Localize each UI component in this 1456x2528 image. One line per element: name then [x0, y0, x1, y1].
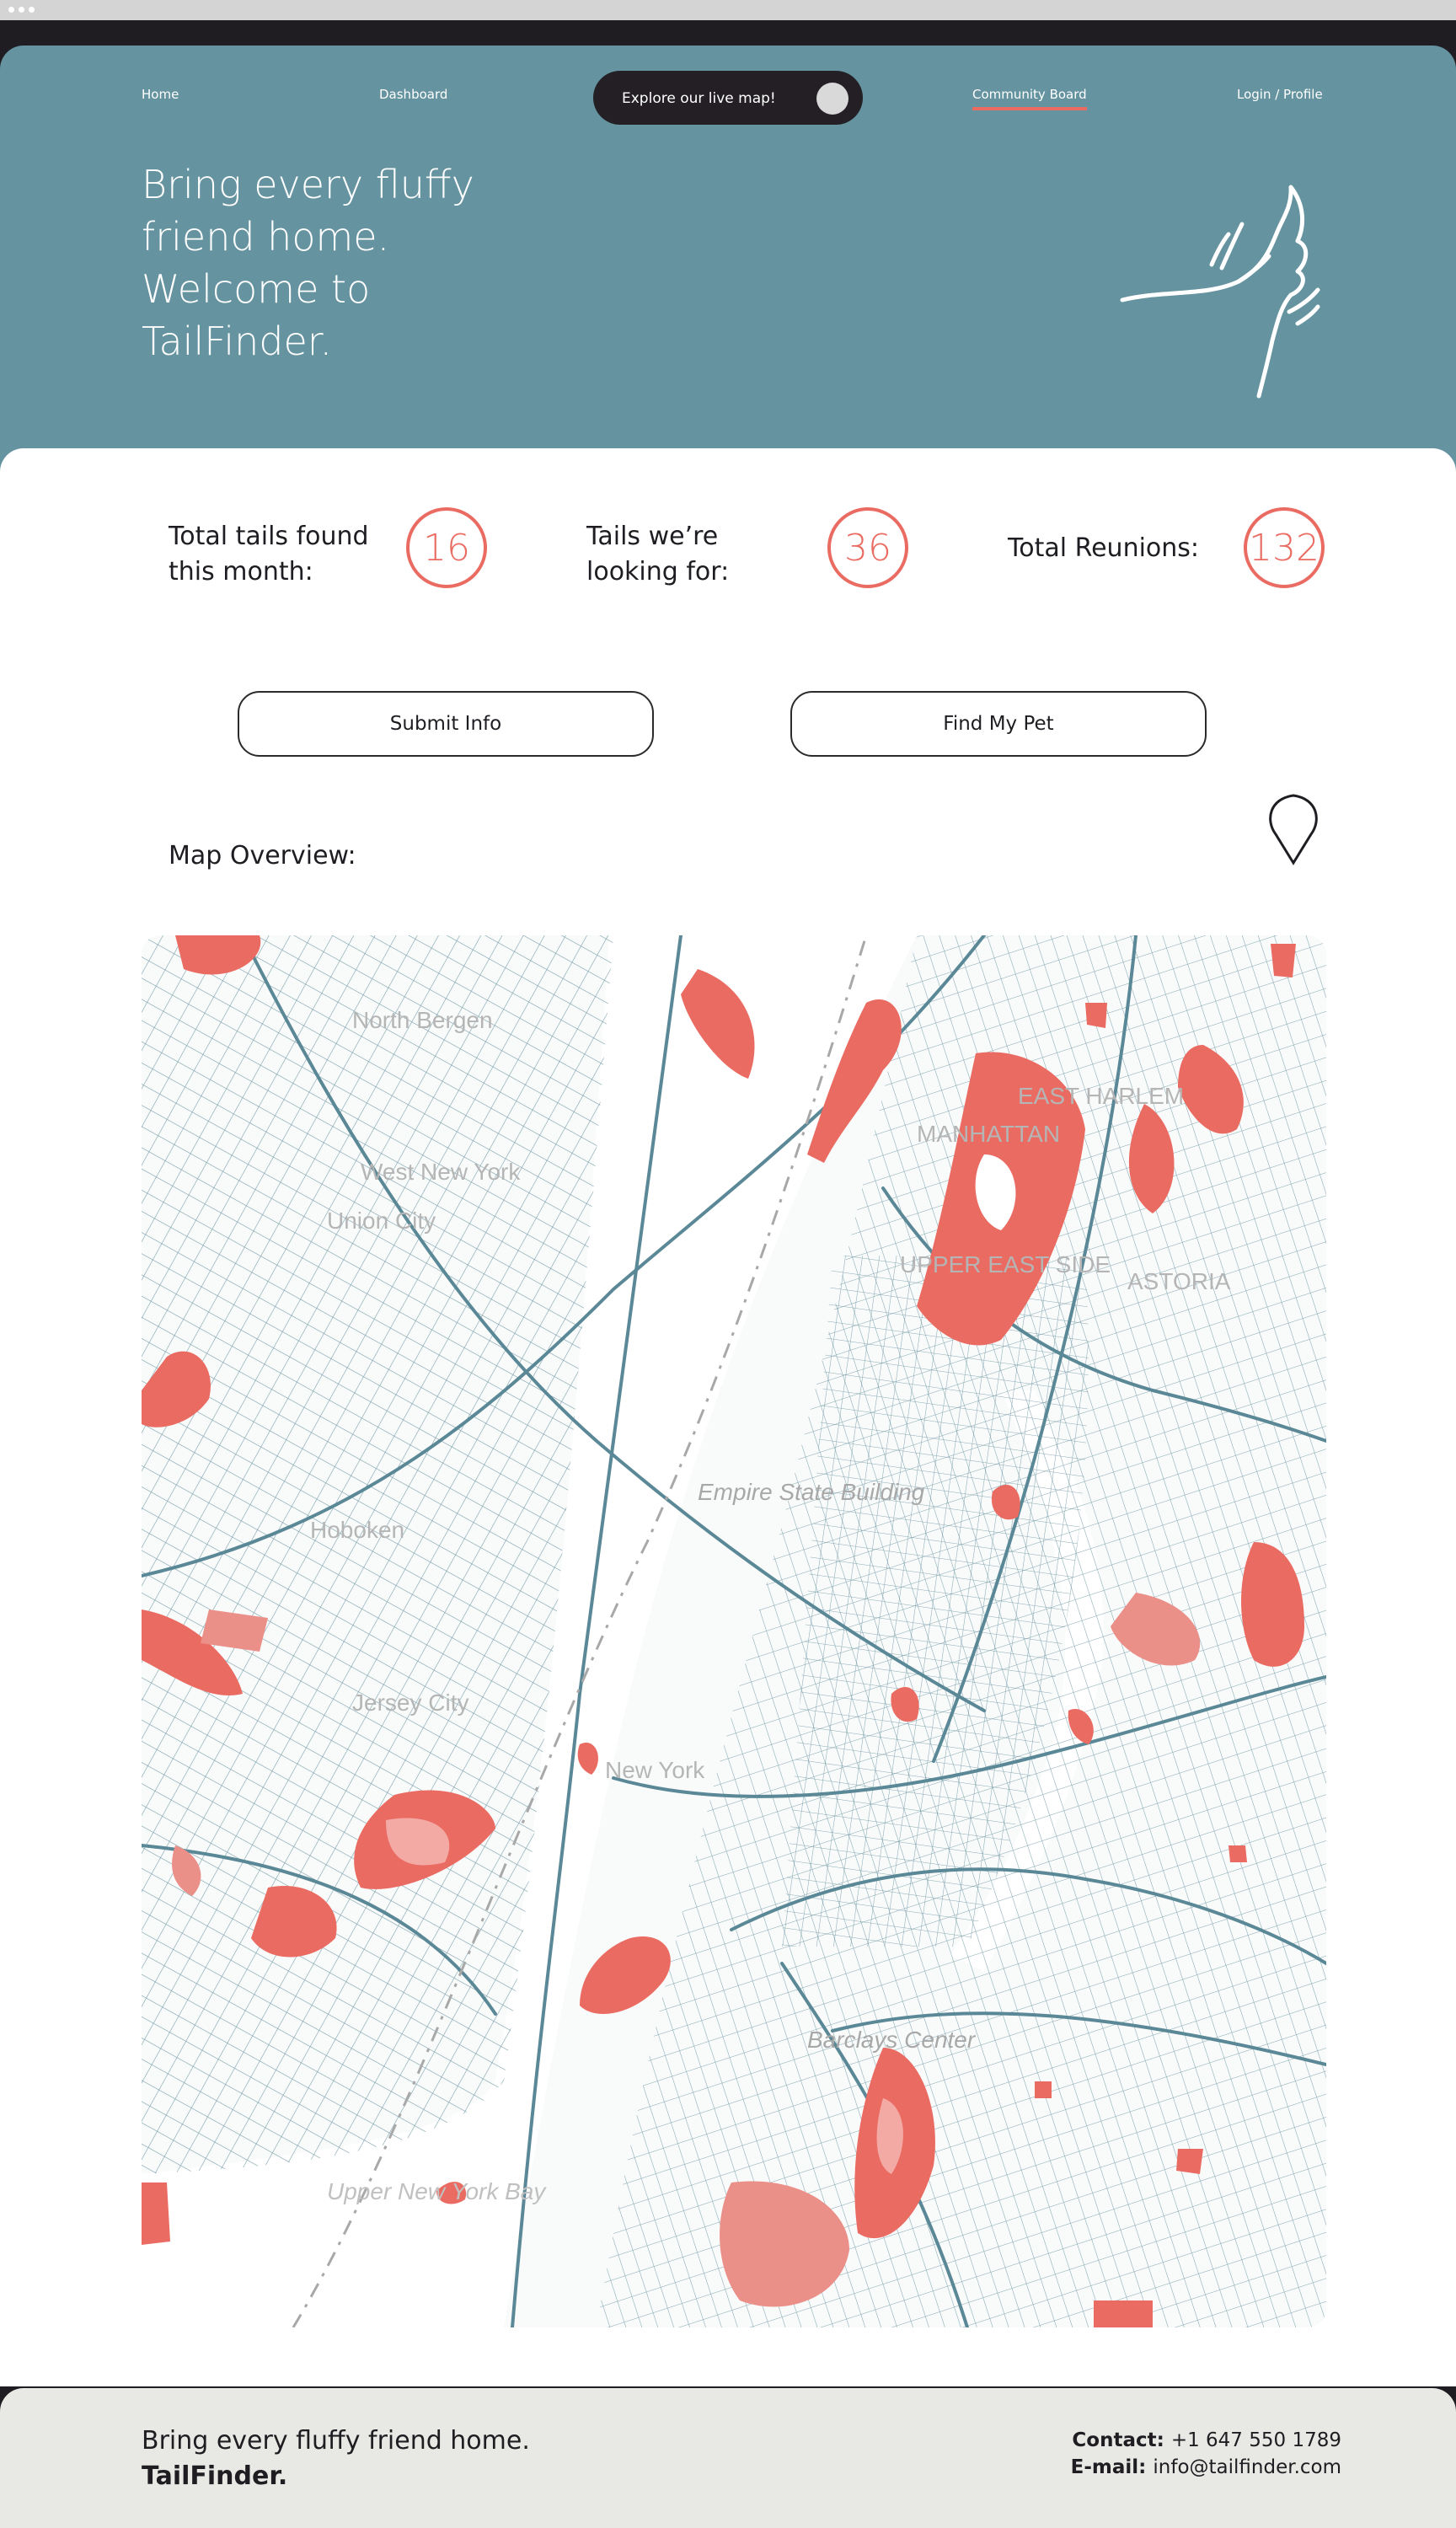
hero-line: Welcome to: [142, 266, 371, 312]
contact-email[interactable]: info@tailfinder.com: [1153, 2456, 1341, 2478]
main-content: Total tails found this month: 16 Tails w…: [0, 448, 1456, 2386]
map-label-north-bergen: North Bergen: [352, 1007, 493, 1033]
stat-reunions-value: 132: [1244, 507, 1325, 588]
nav-home-link[interactable]: Home: [142, 87, 179, 102]
nav-community-board-link[interactable]: Community Board: [972, 87, 1087, 110]
map-label-new-york: New York: [605, 1757, 705, 1783]
map-label-west-new-york: West New York: [361, 1159, 521, 1185]
live-map-toggle-label: Explore our live map!: [622, 90, 776, 107]
map-overview[interactable]: North Bergen West New York Union City MA…: [142, 935, 1326, 2327]
hero-line: TailFinder.: [142, 319, 333, 364]
map-overview-title: Map Overview:: [169, 841, 356, 870]
stat-label-line: looking for:: [586, 557, 730, 586]
contact-email-row: E-mail: info@tailfinder.com: [1071, 2454, 1341, 2481]
location-pin-icon[interactable]: [1266, 790, 1321, 866]
window-dot-icon: [29, 7, 35, 13]
map-label-barclays: Barclays Center: [807, 2027, 977, 2053]
stat-label-line: Tails we’re: [586, 522, 719, 551]
hero-line: Bring every fluffy: [142, 162, 474, 207]
map-label-manhattan: MANHATTAN: [917, 1121, 1060, 1147]
footer-tagline: Bring every fluffy friend home. TailFind…: [142, 2424, 530, 2494]
hero-line: friend home.: [142, 214, 390, 260]
submit-info-button[interactable]: Submit Info: [238, 691, 654, 757]
hero-header: Home Dashboard Explore our live map! Com…: [0, 46, 1456, 484]
stat-reunions-label: Total Reunions:: [1008, 533, 1200, 563]
stat-label-line: this month:: [169, 557, 313, 586]
footer-tagline-text: Bring every fluffy friend home.: [142, 2426, 530, 2456]
map-label-east-harlem: EAST HARLEM: [1018, 1083, 1184, 1109]
stat-label-line: Total tails found: [169, 522, 369, 551]
stat-found-value: 16: [406, 507, 487, 588]
nav-dashboard-link[interactable]: Dashboard: [379, 87, 447, 102]
map-label-upper-east-side: UPPER EAST SIDE: [900, 1251, 1111, 1277]
nav-login-profile-link[interactable]: Login / Profile: [1237, 87, 1323, 102]
window-dot-icon: [8, 7, 14, 13]
map-label-hoboken: Hoboken: [310, 1517, 404, 1543]
footer-contact: Contact: +1 647 550 1789 E-mail: info@ta…: [1071, 2427, 1341, 2481]
map-label-empire-state: Empire State Building: [698, 1479, 925, 1505]
contact-label: Contact:: [1072, 2429, 1171, 2451]
hero-title: Bring every fluffy friend home. Welcome …: [142, 158, 580, 367]
map-label-union-city: Union City: [327, 1208, 436, 1234]
stat-found-label: Total tails found this month:: [169, 519, 369, 590]
map-canvas[interactable]: North Bergen West New York Union City MA…: [142, 935, 1326, 2327]
live-map-toggle[interactable]: Explore our live map!: [593, 71, 863, 125]
browser-chrome: [0, 0, 1456, 20]
find-my-pet-button[interactable]: Find My Pet: [790, 691, 1207, 757]
footer-brand: TailFinder.: [142, 2461, 288, 2491]
map-label-upper-bay: Upper New York Bay: [327, 2178, 547, 2204]
map-label-jersey-city: Jersey City: [352, 1690, 468, 1716]
window-dot-icon: [19, 7, 24, 13]
email-label: E-mail:: [1070, 2456, 1154, 2478]
bird-wing-icon: [1120, 185, 1320, 399]
stat-looking-label: Tails we’re looking for:: [586, 519, 729, 590]
toggle-knob[interactable]: [816, 83, 848, 115]
site-footer: Bring every fluffy friend home. TailFind…: [0, 2388, 1456, 2528]
map-label-astoria: ASTORIA: [1127, 1268, 1231, 1294]
contact-phone[interactable]: +1 647 550 1789: [1171, 2429, 1341, 2451]
stat-looking-value: 36: [827, 507, 908, 588]
contact-phone-row: Contact: +1 647 550 1789: [1071, 2427, 1341, 2454]
